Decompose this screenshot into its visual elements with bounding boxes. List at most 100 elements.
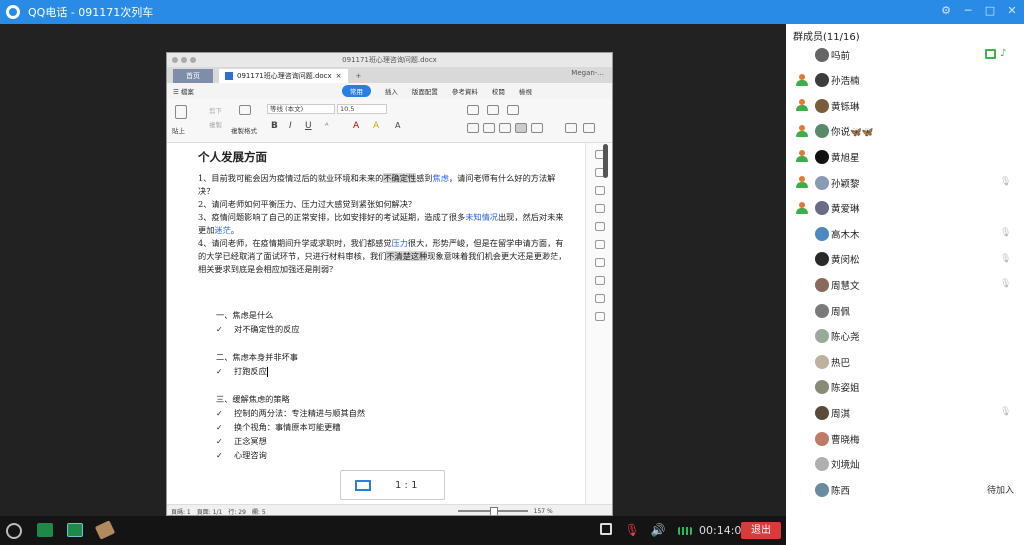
underline-button[interactable]: U	[305, 121, 312, 131]
member-row[interactable]: 黄闵松 🎙	[786, 247, 1024, 272]
tab-close-icon[interactable]: ×	[336, 69, 342, 83]
tab-document[interactable]: 091171班心理咨询问题.docx ×	[219, 69, 348, 83]
bold-button[interactable]: B	[271, 121, 278, 131]
member-row[interactable]: 周慧文 🎙	[786, 272, 1024, 297]
copy-button[interactable]: 複製	[209, 119, 222, 129]
member-name: 陈心尧	[831, 332, 860, 344]
font-name-select[interactable]: 等线 (本文)	[267, 104, 335, 114]
member-row[interactable]: 陈心尧	[786, 324, 1024, 349]
member-row[interactable]: 吗前 ♪	[786, 42, 1024, 67]
menu-file[interactable]: ☰ 檔案	[173, 86, 194, 96]
new-tab-button[interactable]: +	[356, 69, 362, 83]
justify-icon[interactable]	[515, 123, 527, 133]
member-row[interactable]: 黄爱琳	[786, 196, 1024, 221]
menu-review[interactable]: 校閱	[492, 86, 505, 96]
strikethrough-icon[interactable]: ᴬ	[325, 121, 328, 130]
outline-gap	[216, 336, 585, 350]
screen-ratio-icon	[355, 479, 371, 491]
font-size-select[interactable]: 10.5	[337, 104, 387, 114]
numbering-icon[interactable]	[487, 105, 499, 115]
cut-button[interactable]: 剪下	[209, 105, 222, 115]
font-grow-icon[interactable]: A	[395, 121, 400, 130]
outline-item-text: 正念冥想	[234, 436, 267, 446]
q1-highlight: 不确定性	[383, 173, 417, 183]
format-painter-label[interactable]: 複製格式	[231, 125, 257, 135]
clip-tool-icon[interactable]	[594, 204, 605, 213]
bullets-icon[interactable]	[467, 105, 479, 115]
member-name: 孙浩楠	[831, 76, 860, 88]
member-row[interactable]: 孙浩楠	[786, 68, 1024, 93]
display-ratio-button[interactable]: 1 : 1	[340, 470, 445, 500]
menu-insert[interactable]: 插入	[385, 86, 398, 96]
menu-home[interactable]: 常用	[341, 85, 371, 97]
outline-gap	[216, 378, 585, 392]
member-name: 黄爱琳	[831, 204, 860, 216]
member-row[interactable]: 黄铄琳	[786, 93, 1024, 118]
member-row[interactable]: 黄旭星	[786, 144, 1024, 169]
question-4: 4、请问老师，在疫情期间升学或求职时，我们都感觉压力很大，形势严峻，但是在留学申…	[198, 237, 568, 276]
share-app-icon[interactable]	[67, 523, 83, 537]
highlight-icon[interactable]: A	[373, 121, 379, 131]
history-tool-icon[interactable]	[594, 294, 605, 303]
share-screen-icon[interactable]	[37, 523, 53, 537]
close-icon[interactable]: ✕	[1006, 4, 1018, 18]
member-row[interactable]: 陈姿姐	[786, 375, 1024, 400]
member-row[interactable]: 周淇 🎙	[786, 400, 1024, 425]
member-row[interactable]: 陈西 待加入	[786, 477, 1024, 502]
indent-icon[interactable]	[507, 105, 519, 115]
member-row[interactable]: 热巴	[786, 349, 1024, 374]
line-spacing-icon[interactable]	[531, 123, 543, 133]
avatar	[815, 73, 829, 88]
layer-tool-icon[interactable]	[594, 222, 605, 231]
whiteboard-icon[interactable]	[94, 520, 116, 540]
shape-tool-icon[interactable]	[594, 186, 605, 195]
pointer-tool-icon[interactable]	[594, 240, 605, 249]
align-center-icon[interactable]	[483, 123, 495, 133]
font-color-icon[interactable]: A	[353, 121, 359, 131]
q1-text-a: 1、目前我可能会因为疫情过后的就业环境和未来的	[198, 173, 384, 183]
mic-muted-icon[interactable]: 🎙	[624, 523, 640, 537]
maximize-icon[interactable]: □	[984, 4, 996, 18]
scrollbar-thumb[interactable]	[603, 144, 608, 178]
menu-view[interactable]: 檢視	[519, 86, 532, 96]
zoom-slider[interactable]	[457, 507, 528, 515]
format-painter-icon[interactable]	[239, 105, 251, 115]
shading-icon[interactable]	[565, 123, 577, 133]
member-row[interactable]: 刘境灿	[786, 452, 1024, 477]
outline-item-text: 打跑反应	[234, 366, 267, 376]
doc-window-title: 091171班心理咨询问题.docx	[342, 56, 437, 64]
exit-call-button[interactable]: 退出	[741, 522, 781, 539]
user-account[interactable]: Megan-...	[571, 69, 604, 77]
paste-icon[interactable]	[175, 105, 187, 119]
member-row[interactable]: 周佩	[786, 298, 1024, 323]
outline-item: ✓ 打跑反应	[216, 364, 585, 378]
member-row[interactable]: 你说🦋🦋	[786, 119, 1024, 144]
document-page[interactable]: 个人发展方面 1、目前我可能会因为疫情过后的就业环境和未来的不确定性感到焦虑，请…	[167, 143, 585, 515]
menu-references[interactable]: 參考資料	[452, 86, 478, 96]
italic-button[interactable]: I	[289, 121, 292, 131]
minimize-icon[interactable]: ─	[962, 4, 974, 18]
paste-label[interactable]: 貼上	[172, 125, 185, 135]
q3-keyword-1: 未知情况	[465, 212, 498, 222]
member-count-title: 群成员(11/16)	[793, 32, 860, 43]
member-row[interactable]: 曹晓梅	[786, 426, 1024, 451]
lock-tool-icon[interactable]	[594, 258, 605, 267]
borders-icon[interactable]	[583, 123, 595, 133]
qq-app-icon[interactable]	[6, 523, 22, 539]
tab-home[interactable]: 首页	[173, 69, 213, 83]
text-cursor	[266, 367, 268, 377]
host-user-icon	[795, 176, 808, 189]
sync-tool-icon[interactable]	[594, 276, 605, 285]
menu-layout[interactable]: 版面配置	[412, 86, 438, 96]
member-row[interactable]: 孙颖黎 🎙	[786, 170, 1024, 195]
skin-icon[interactable]: ⚙	[940, 4, 952, 18]
speaker-icon[interactable]: 🔊	[650, 523, 666, 537]
fullscreen-icon[interactable]	[600, 523, 612, 535]
member-row[interactable]: 高木木 🎙	[786, 221, 1024, 246]
align-left-icon[interactable]	[467, 123, 479, 133]
avatar	[815, 149, 829, 164]
align-right-icon[interactable]	[499, 123, 511, 133]
close-dot-icon	[172, 57, 178, 63]
avatar	[815, 47, 829, 62]
review-tool-icon[interactable]	[594, 312, 605, 321]
